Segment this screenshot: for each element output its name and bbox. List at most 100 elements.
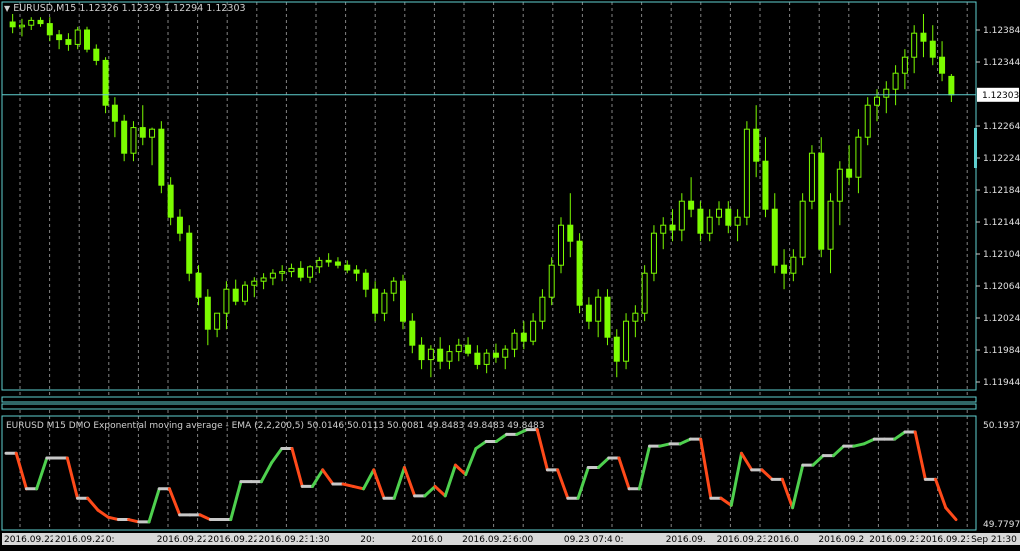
candle-body [911, 32, 918, 58]
time-label: 2016.09.2 [818, 535, 864, 545]
candle-body [427, 348, 434, 361]
time-label: 09.23 07:45 [564, 535, 619, 545]
candle-body [864, 104, 871, 138]
indicator-top-label: 50.1937 [983, 421, 1020, 431]
candle-body [381, 292, 388, 314]
indicator-segment [913, 430, 927, 481]
indicator-segment [423, 484, 437, 498]
candle-body [149, 128, 156, 138]
indicator-segment [86, 496, 100, 512]
time-label: 0: [615, 535, 624, 545]
price-label: 1.12344 [983, 58, 1020, 68]
time-label-group: 2016.0 [409, 533, 466, 545]
trading-chart[interactable]: 1.12384 1.12344 1.12264 1.12224 1.12184 1.121… [0, 0, 1020, 551]
indicator-segment [760, 468, 774, 481]
candle-body [511, 332, 518, 350]
indicator-segment [852, 442, 866, 448]
time-label: 2016.09.22 [4, 535, 56, 545]
candle-body [46, 23, 53, 36]
candle-body [130, 127, 137, 154]
candle-body [558, 224, 564, 266]
indicator-segment [351, 484, 366, 491]
candle-body [297, 267, 304, 278]
candle-body [939, 56, 946, 74]
candle-body [632, 312, 639, 322]
indicator-segment [791, 463, 805, 510]
indicator-segment [106, 515, 120, 522]
candle-body [139, 127, 146, 138]
candle-body [418, 344, 425, 361]
current-price-label: 1.12303 [982, 91, 1019, 101]
time-axis: 2016.09.22 2016.09.22 17:300: 2016.09.22 20… [2, 533, 1020, 545]
candle-body [855, 136, 862, 178]
indicator-segment [65, 456, 80, 500]
price-label: 1.12104 [983, 250, 1020, 260]
time-label-group: 0: [612, 533, 669, 545]
candle-body [288, 267, 295, 273]
time-label-group: 2016.09.2 [816, 533, 873, 545]
candle-body [818, 152, 825, 250]
chart-frames [1, 1, 977, 531]
indicator-bottom-label: 49.7797 [983, 520, 1020, 530]
candle-body [753, 128, 760, 162]
candle-body [176, 216, 183, 234]
time-label-group: 09.23 07:45 [561, 533, 619, 545]
price-label: 1.12264 [983, 122, 1020, 132]
indicator-segment [811, 454, 825, 467]
indicator-segment [596, 456, 611, 469]
indicator-segment [35, 456, 49, 491]
candle-body [623, 320, 630, 362]
indicator-segment [290, 447, 304, 488]
candle-body [892, 72, 899, 90]
indicator-segment [198, 513, 212, 522]
indicator-segment [392, 465, 406, 500]
candle-body [372, 288, 379, 314]
candle-body [74, 29, 81, 45]
time-label: 2016.0 [411, 535, 443, 545]
indicator-segment [893, 430, 907, 441]
indicator-segment [831, 444, 846, 458]
candle-body [279, 271, 286, 274]
candle-body [400, 280, 406, 322]
time-label-group: 0: [103, 533, 160, 545]
indicator-segment [362, 468, 376, 491]
candle-body [56, 34, 63, 41]
time-label: 2016.09. [666, 535, 706, 545]
candle-body [65, 39, 72, 45]
candle-body [920, 32, 927, 42]
candle-body [242, 284, 248, 302]
indicator-segment [464, 447, 478, 477]
candle-body [316, 259, 323, 268]
candle-body [455, 344, 462, 353]
time-label: 2016.09.22 [157, 535, 209, 545]
indicator-segment [944, 506, 958, 522]
indicator-segment [259, 461, 274, 484]
candle-body [716, 208, 722, 218]
time-label: 2016.0 [768, 535, 800, 545]
indicator-segment [729, 451, 743, 507]
price-label: 1.11984 [983, 346, 1020, 356]
indicator-segment [556, 468, 570, 500]
collapse-icon[interactable]: ▼ [4, 4, 10, 13]
indicator-segment [402, 465, 417, 498]
candle-body [474, 352, 481, 365]
candle-body [781, 264, 788, 274]
price-label: 1.12184 [983, 186, 1020, 196]
candle-body [390, 280, 397, 294]
candle-body [548, 264, 555, 298]
time-label: 0: [106, 535, 115, 545]
candle-body [799, 200, 806, 258]
time-label: 1:30 [309, 535, 329, 545]
time-label-group: 2016.09. [663, 533, 720, 545]
candle-body [613, 336, 620, 362]
candle-body [269, 272, 276, 279]
candle-body [18, 24, 25, 28]
candle-body [260, 277, 267, 282]
indicator-segment [658, 442, 672, 448]
main-header-text: EURUSD,M15 1.12326 1.12329 1.12294 1.123… [13, 3, 246, 14]
candle-body [734, 216, 741, 226]
indicator-segment [147, 487, 161, 524]
candle-body [567, 224, 574, 242]
candle-body [827, 200, 834, 250]
candle-body [585, 304, 592, 322]
